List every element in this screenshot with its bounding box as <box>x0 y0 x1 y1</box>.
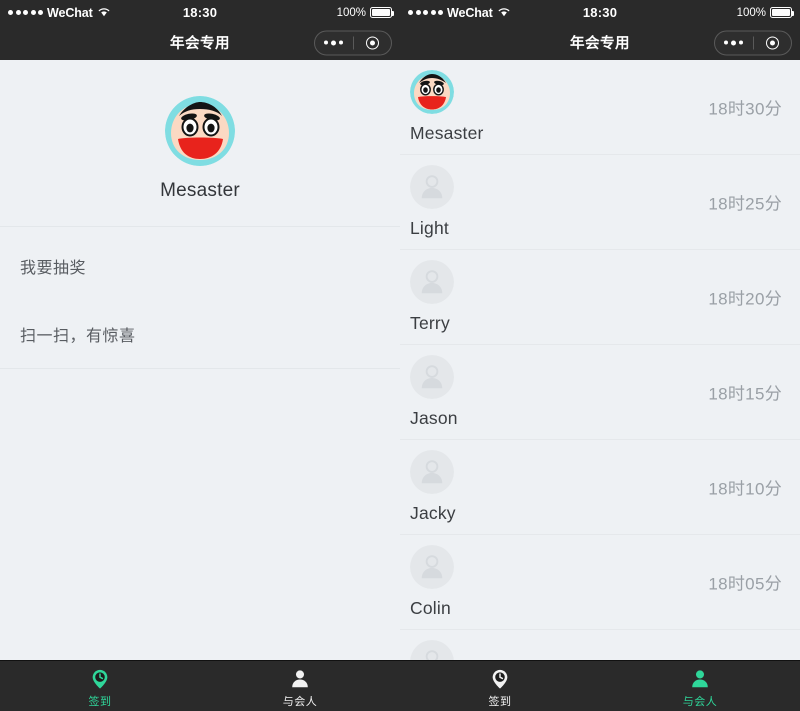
tab-checkin[interactable]: 签到 <box>0 661 200 711</box>
tab-checkin[interactable]: 签到 <box>400 661 600 711</box>
attendee-info: Terry <box>410 260 454 334</box>
status-bar-right-group: 100% <box>272 6 394 19</box>
attendee-time: 18时15分 <box>708 384 782 404</box>
status-bar-left: WeChat 18:30 100% <box>0 0 400 25</box>
checkin-content: Mesaster 我要抽奖 扫一扫，有惊喜 <box>0 60 400 660</box>
tab-attendees-label: 与会人 <box>282 695 318 708</box>
attendee-info <box>410 640 454 660</box>
attendee-name: Terry <box>410 313 450 333</box>
menu-item-lottery-label: 我要抽奖 <box>20 259 87 277</box>
attendee-list: Mesaster 18时30分 Light 18时25分 Terry 18时20分 Jaso… <box>400 60 800 660</box>
carrier-label: WeChat <box>447 5 493 20</box>
attendee-time: 18时05分 <box>708 574 782 594</box>
status-bar-left-group: WeChat <box>408 6 528 20</box>
attendee-time: 18时30分 <box>708 99 782 119</box>
profile-name: Mesaster <box>160 180 240 201</box>
attendee-time: 18时25分 <box>708 194 782 214</box>
status-bar-right-group: 100% <box>672 6 794 19</box>
shinchan-avatar <box>165 96 235 166</box>
pin-clock-icon <box>88 667 112 691</box>
wifi-icon <box>98 6 110 20</box>
battery-icon <box>770 7 794 18</box>
pin-clock-icon <box>488 667 512 691</box>
screen-attendees: WeChat 18:30 100% 年会专用 Mesaster 18时30分 L… <box>400 0 800 711</box>
page-title: 年会专用 <box>170 36 230 52</box>
menu-item-lottery[interactable]: 我要抽奖 <box>0 231 400 300</box>
target-circle-icon[interactable] <box>754 36 792 49</box>
tab-attendees[interactable]: 与会人 <box>600 661 800 711</box>
carrier-label: WeChat <box>47 5 93 20</box>
default-avatar <box>410 450 454 494</box>
default-avatar <box>410 355 454 399</box>
more-dots-icon[interactable] <box>315 40 353 45</box>
status-bar-left-group: WeChat <box>8 6 128 20</box>
attendee-row[interactable]: Terry 18时20分 <box>400 250 800 345</box>
attendee-row[interactable]: Colin 18时05分 <box>400 535 800 630</box>
wifi-icon <box>498 6 510 20</box>
attendee-row[interactable]: Jason 18时15分 <box>400 345 800 440</box>
signal-dots-icon <box>8 10 43 15</box>
tab-checkin-label: 签到 <box>488 695 512 708</box>
nav-bar-left: 年会专用 <box>0 25 400 60</box>
attendee-row[interactable] <box>400 630 800 660</box>
attendee-row[interactable]: Mesaster 18时30分 <box>400 60 800 155</box>
battery-percent-label: 100% <box>336 6 366 19</box>
attendee-name: Light <box>410 218 449 238</box>
default-avatar <box>410 640 454 660</box>
attendee-row[interactable]: Jacky 18时10分 <box>400 440 800 535</box>
tab-attendees[interactable]: 与会人 <box>200 661 400 711</box>
default-avatar <box>410 165 454 209</box>
nav-bar-right: 年会专用 <box>400 25 800 60</box>
status-bar-time: 18:30 <box>182 5 218 20</box>
status-bar-time: 18:30 <box>582 5 618 20</box>
attendee-info: Mesaster <box>410 70 484 144</box>
tab-attendees-label: 与会人 <box>682 695 718 708</box>
attendee-info: Colin <box>410 545 454 619</box>
dual-screen-container: WeChat 18:30 100% 年会专用 Mesaster 我要抽奖 扫一扫… <box>0 0 800 711</box>
miniprogram-capsule[interactable] <box>314 30 392 55</box>
status-bar-right: WeChat 18:30 100% <box>400 0 800 25</box>
menu-list: 我要抽奖 扫一扫，有惊喜 <box>0 227 400 369</box>
attendee-name: Mesaster <box>410 123 484 143</box>
miniprogram-capsule[interactable] <box>714 30 792 55</box>
menu-item-scan[interactable]: 扫一扫，有惊喜 <box>0 300 400 369</box>
tab-checkin-label: 签到 <box>88 695 112 708</box>
attendee-name: Jacky <box>410 503 456 523</box>
more-dots-icon[interactable] <box>715 40 753 45</box>
screen-checkin: WeChat 18:30 100% 年会专用 Mesaster 我要抽奖 扫一扫… <box>0 0 400 711</box>
tab-bar-right: 签到 与会人 <box>400 660 800 711</box>
default-avatar <box>410 260 454 304</box>
tab-bar-left: 签到 与会人 <box>0 660 400 711</box>
target-circle-icon[interactable] <box>354 36 392 49</box>
attendee-name: Colin <box>410 598 451 618</box>
attendee-info: Light <box>410 165 454 239</box>
attendee-info: Jacky <box>410 450 456 524</box>
page-title: 年会专用 <box>570 36 630 52</box>
person-icon <box>688 667 712 691</box>
menu-item-scan-label: 扫一扫，有惊喜 <box>20 328 136 345</box>
attendees-content[interactable]: Mesaster 18时30分 Light 18时25分 Terry 18时20分 Jaso… <box>400 60 800 660</box>
profile-header: Mesaster <box>0 60 400 227</box>
battery-percent-label: 100% <box>736 6 766 19</box>
attendee-info: Jason <box>410 355 458 429</box>
attendee-name: Jason <box>410 408 458 428</box>
shinchan-avatar <box>410 70 454 114</box>
attendee-time: 18时20分 <box>708 289 782 309</box>
person-icon <box>288 667 312 691</box>
attendee-time: 18时10分 <box>708 479 782 499</box>
attendee-row[interactable]: Light 18时25分 <box>400 155 800 250</box>
battery-icon <box>370 7 394 18</box>
default-avatar <box>410 545 454 589</box>
signal-dots-icon <box>408 10 443 15</box>
